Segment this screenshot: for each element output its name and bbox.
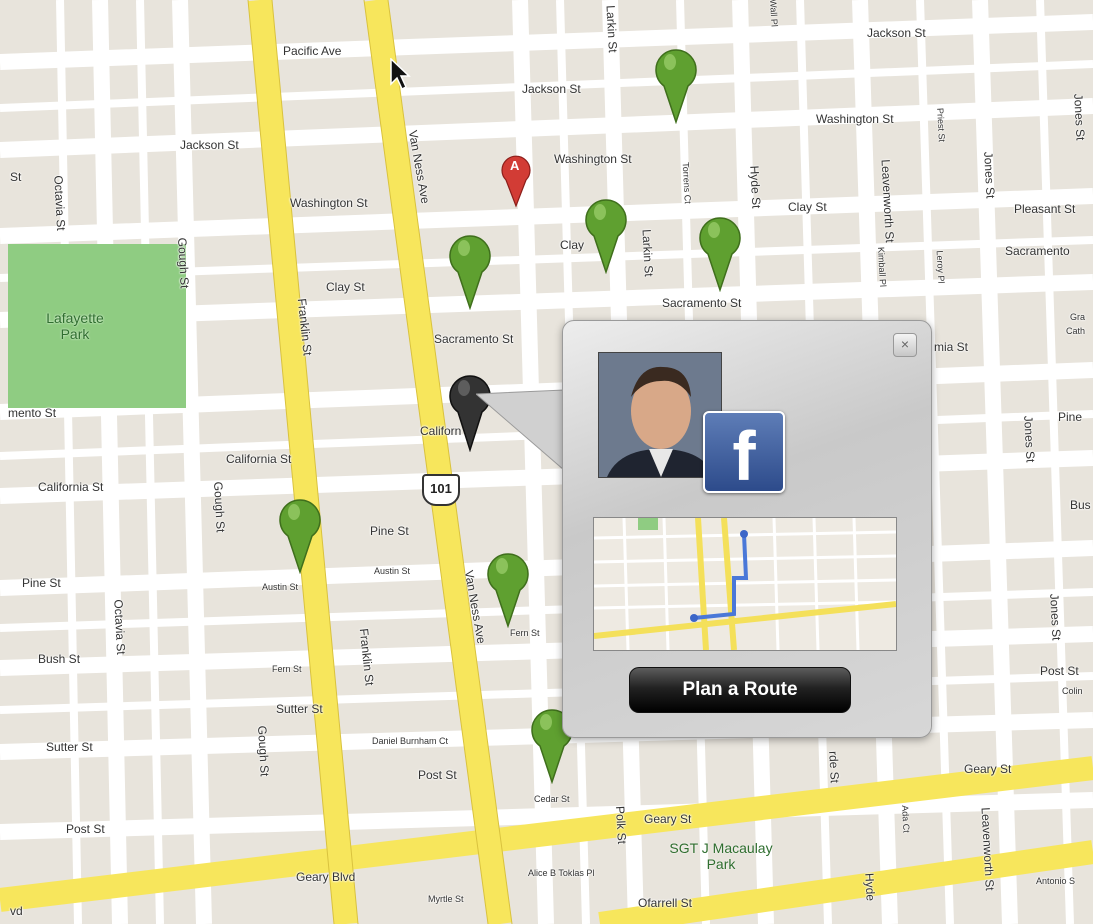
green-map-pin[interactable] xyxy=(278,496,322,574)
map-canvas[interactable]: Pacific Ave Jackson St Jackson St Jackso… xyxy=(0,0,1093,924)
green-map-pin[interactable] xyxy=(448,232,492,310)
marker-a-label: A xyxy=(510,158,520,173)
info-popup: × f Plan a Route xyxy=(562,320,932,738)
close-icon: × xyxy=(900,336,910,352)
lafayette-park-area xyxy=(8,244,186,408)
highway-shield: 101 xyxy=(422,474,460,506)
route-preview-graphic xyxy=(594,518,896,650)
close-button[interactable]: × xyxy=(893,333,917,357)
route-preview-map[interactable] xyxy=(593,517,897,651)
popup-pointer xyxy=(476,389,565,472)
highway-shield-label: 101 xyxy=(430,481,452,496)
mouse-cursor-icon xyxy=(390,58,411,91)
facebook-letter: f xyxy=(732,417,756,495)
green-map-pin[interactable] xyxy=(486,550,530,628)
green-map-pin[interactable] xyxy=(584,196,628,274)
facebook-icon: f xyxy=(703,411,785,495)
plan-route-button[interactable]: Plan a Route xyxy=(629,667,851,713)
green-map-pin[interactable] xyxy=(654,46,698,124)
green-map-pin[interactable] xyxy=(698,214,742,292)
